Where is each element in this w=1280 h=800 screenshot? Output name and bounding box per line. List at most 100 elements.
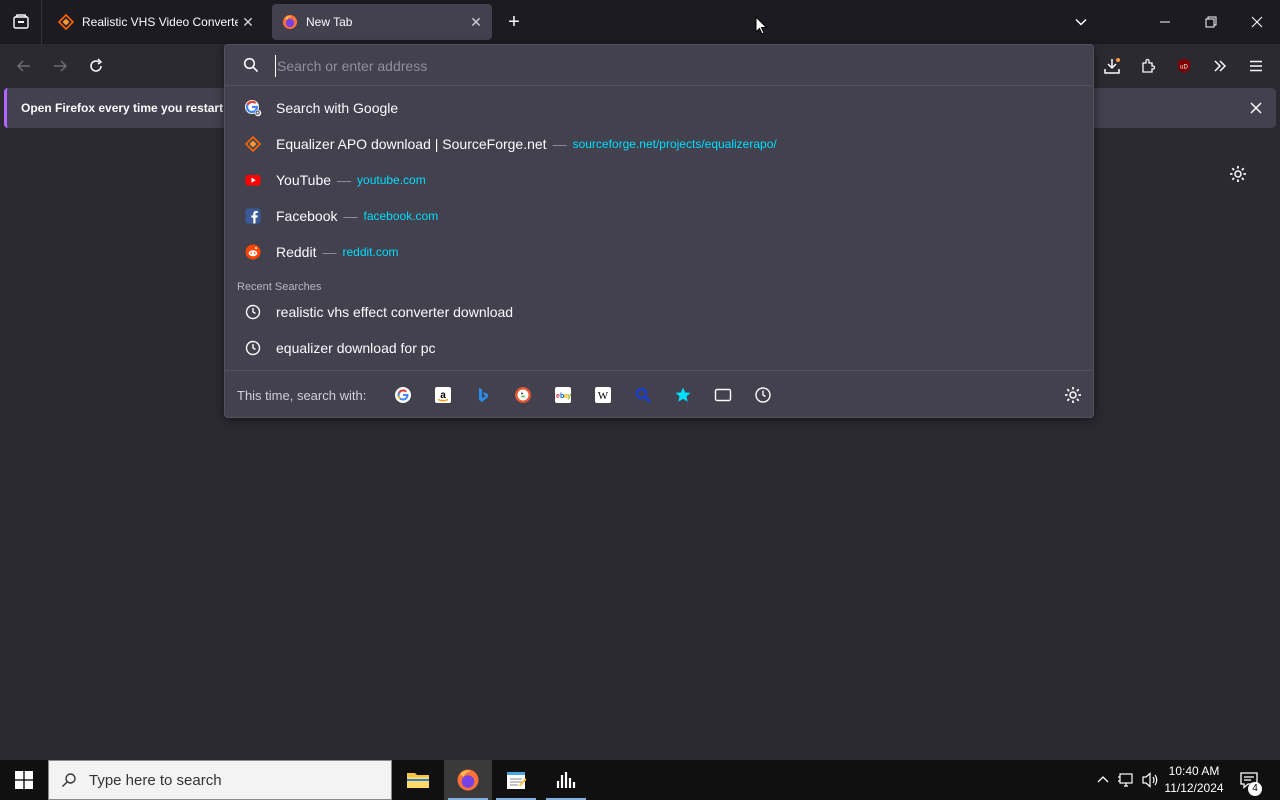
address-input[interactable] (275, 55, 1075, 77)
minimize-button[interactable] (1142, 0, 1188, 44)
network-button[interactable] (1116, 760, 1138, 800)
result-equalizer-apo[interactable]: Equalizer APO download | SourceForge.net… (233, 126, 1085, 162)
taskbar-notepad[interactable] (492, 760, 540, 800)
search-icon (243, 57, 259, 73)
result-facebook[interactable]: Facebook — facebook.com (233, 198, 1085, 234)
taskbar-firefox[interactable] (444, 760, 492, 800)
svg-text:W: W (598, 390, 609, 402)
folder-icon (407, 773, 429, 788)
tabs-button[interactable] (713, 385, 733, 405)
restore-button[interactable] (1188, 0, 1234, 44)
recent-search-text: realistic vhs effect converter download (276, 304, 514, 320)
history-button[interactable] (753, 385, 773, 405)
result-separator: — (343, 208, 358, 224)
puzzle-icon (1142, 58, 1156, 73)
engine-amazon-button[interactable]: a (433, 385, 453, 405)
windows-taskbar: Type here to search 10:40 AM 11/12/2024 … (0, 760, 1280, 800)
reload-icon (90, 58, 103, 72)
history-clock-icon (243, 302, 263, 322)
result-youtube[interactable]: YouTube — youtube.com (233, 162, 1085, 198)
google-icon (243, 98, 263, 118)
forward-button[interactable] (46, 52, 74, 80)
taskbar-equalizer[interactable] (542, 760, 590, 800)
recent-search-item[interactable]: realistic vhs effect converter download (233, 294, 1085, 330)
show-hidden-icons-button[interactable] (1094, 760, 1112, 800)
recent-search-text: equalizer download for pc (276, 340, 436, 356)
taskbar-file-explorer[interactable] (394, 760, 442, 800)
duckduckgo-icon (515, 387, 531, 403)
notepad-icon (507, 772, 527, 789)
wikipedia-icon: W (595, 387, 611, 403)
tab-realistic-vhs[interactable]: Realistic VHS Video Converter d ✕ (48, 4, 264, 40)
search-settings-gear-icon[interactable] (1063, 385, 1083, 405)
chevron-down-icon (1075, 18, 1087, 26)
svg-text:a: a (440, 390, 446, 401)
engine-wikipedia-button[interactable]: W (593, 385, 613, 405)
overflow-menu-button[interactable] (1206, 52, 1234, 80)
app-menu-button[interactable] (1242, 52, 1270, 80)
result-title: Search with Google (276, 100, 399, 116)
result-title: Facebook (276, 208, 338, 224)
star-icon (675, 387, 691, 402)
tab-icon (714, 388, 732, 402)
tab-new-tab[interactable]: New Tab ✕ (272, 4, 492, 40)
taskbar-search-placeholder: Type here to search (89, 771, 222, 789)
extensions-button[interactable] (1134, 52, 1162, 80)
clock-icon (755, 387, 771, 403)
result-search-google[interactable]: Search with Google (233, 90, 1085, 126)
recent-searches-label: Recent Searches (237, 281, 322, 293)
forward-arrow-icon (54, 60, 68, 72)
tab-title: Realistic VHS Video Converter d (82, 15, 238, 29)
result-reddit[interactable]: Reddit — reddit.com (233, 234, 1085, 270)
network-icon (1118, 773, 1133, 787)
result-url: reddit.com (342, 245, 399, 259)
chevron-up-icon (1097, 776, 1109, 783)
clock-time: 10:40 AM (1168, 764, 1220, 778)
close-window-button[interactable] (1234, 0, 1280, 44)
newtab-settings-gear-icon[interactable] (1228, 164, 1248, 184)
equalizer-icon (556, 772, 576, 788)
tab-close-icon[interactable]: ✕ (466, 12, 486, 32)
list-all-tabs-button[interactable] (1058, 0, 1104, 44)
bing-icon (479, 388, 488, 402)
engine-ebay-button[interactable]: ebay (553, 385, 573, 405)
volume-button[interactable] (1140, 760, 1162, 800)
google-icon (395, 387, 411, 403)
taskbar-clock[interactable]: 10:40 AM 11/12/2024 (1160, 763, 1228, 797)
minimize-icon (1160, 21, 1170, 23)
bookmarks-button[interactable] (673, 385, 693, 405)
windows-logo-icon (15, 771, 33, 789)
engine-duckduckgo-button[interactable] (513, 385, 533, 405)
back-button[interactable] (10, 52, 38, 80)
close-icon (1251, 16, 1263, 28)
reload-button[interactable] (82, 52, 110, 80)
result-title: YouTube (276, 172, 332, 188)
history-clock-icon (243, 338, 263, 358)
facebook-icon (243, 206, 263, 226)
result-separator: — (322, 244, 337, 260)
downloads-button[interactable] (1098, 52, 1126, 80)
taskbar-search-box[interactable]: Type here to search (48, 760, 392, 800)
new-tab-button[interactable]: + (502, 10, 526, 34)
notification-close-button[interactable] (1246, 98, 1266, 118)
start-button[interactable] (0, 760, 48, 800)
clock-date: 11/12/2024 (1164, 781, 1224, 795)
engine-google-button[interactable] (393, 385, 413, 405)
result-separator: — (552, 136, 567, 152)
double-chevron-icon (1214, 60, 1227, 72)
amazon-icon: a (435, 387, 451, 403)
tab-close-icon[interactable]: ✕ (238, 12, 258, 32)
engine-search-button[interactable] (633, 385, 653, 405)
ublock-origin-icon: uD (1178, 59, 1190, 73)
ublock-button[interactable]: uD (1170, 52, 1198, 80)
recent-search-item[interactable]: equalizer download for pc (233, 330, 1085, 366)
youtube-icon (243, 170, 263, 190)
svg-text:uD: uD (1180, 65, 1188, 71)
sourceforge-icon (58, 14, 74, 30)
engine-bing-button[interactable] (473, 385, 493, 405)
back-arrow-icon (16, 60, 30, 72)
result-title: Reddit (276, 244, 317, 260)
notification-text: Open Firefox every time you restart y (21, 101, 234, 115)
firefox-view-button[interactable] (0, 0, 42, 44)
notification-count-badge: 4 (1248, 782, 1262, 796)
